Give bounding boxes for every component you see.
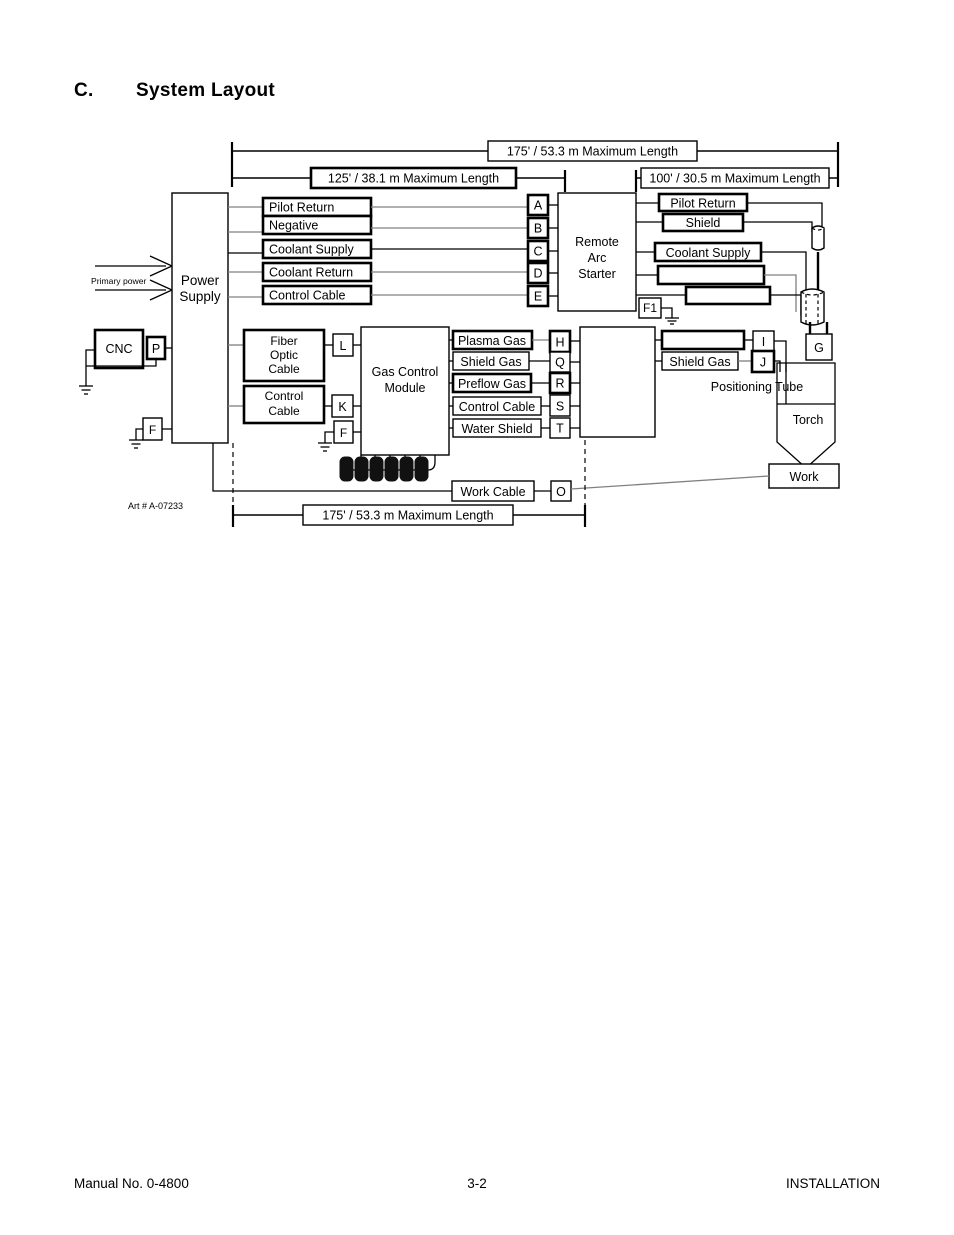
positioning-tube-label: Positioning Tube xyxy=(711,380,803,394)
remote-arc-label-3: Starter xyxy=(578,267,616,281)
dimension-left-top: 125' / 38.1 m Maximum Length xyxy=(232,166,567,192)
dimension-left-label: 125' / 38.1 m Maximum Length xyxy=(328,172,499,186)
connector-H: H xyxy=(555,336,564,350)
connector-cylinder-lower xyxy=(800,288,825,326)
work-block: Work xyxy=(768,463,840,489)
cable-label-torch-1: Shield Gas xyxy=(669,355,730,369)
cable-row-preflow-gas: Preflow Gas R xyxy=(449,371,580,395)
cable-row-water-shield: Water Shield T xyxy=(449,417,580,439)
gas-control-module-block: Gas Control Module xyxy=(360,326,450,456)
control-cable-label-1: Control xyxy=(265,389,304,403)
cable-label-gas-4: Water Shield xyxy=(461,422,532,436)
gas-control-label-1: Gas Control xyxy=(372,365,439,379)
fiber-optic-label-3: Cable xyxy=(268,362,300,376)
cable-label-gas-1: Shield Gas xyxy=(460,355,521,369)
power-supply-label-1: Power xyxy=(181,273,220,288)
cable-label-gas-3: Control Cable xyxy=(459,400,535,414)
connector-F1: F1 xyxy=(643,301,657,315)
page-root: C.System Layout Art # A-07233 .bx { fill… xyxy=(0,0,954,1235)
cable-label-right-2: Coolant Supply xyxy=(666,246,752,260)
cable-row-control-cable: Control Cable E xyxy=(228,284,558,308)
cable-label-left-2: Coolant Supply xyxy=(269,243,355,257)
torch-label: Torch xyxy=(793,413,824,427)
dimension-overall-label: 175' / 53.3 m Maximum Length xyxy=(507,145,678,159)
dimension-right-label: 100' / 30.5 m Maximum Length xyxy=(649,172,820,186)
remote-arc-label-2: Arc xyxy=(588,251,607,265)
cable-row-plasma-gas: Plasma Gas H xyxy=(449,329,580,354)
cable-row-torch-shield-gas: Shield Gas J xyxy=(655,349,781,374)
cable-row-right-shield: Shield xyxy=(636,212,813,233)
system-layout-diagram: .bx { fill:#ffffff; stroke:#000000; stro… xyxy=(0,0,954,1235)
dimension-right-top: 100' / 30.5 m Maximum Length xyxy=(634,167,838,192)
control-cable-block: Control Cable K xyxy=(228,384,361,425)
cable-row-gcm-control-cable: Control Cable S xyxy=(449,394,580,417)
remote-arc-starter-block: Remote Arc Starter xyxy=(557,192,637,312)
cable-label-right-1: Shield xyxy=(686,216,721,230)
dimension-bottom: 175' / 53.3 m Maximum Length xyxy=(231,504,587,527)
cable-row-pilot-return: Pilot Return A xyxy=(228,193,558,218)
primary-power-label: Primary power xyxy=(91,276,147,286)
ground-F1: F1 xyxy=(638,297,679,325)
cable-label-right-0: Pilot Return xyxy=(670,197,735,211)
connector-O: O xyxy=(556,485,566,499)
ground-F-gcm: F xyxy=(318,420,361,452)
connector-Q: Q xyxy=(555,356,565,370)
connector-cylinder-upper xyxy=(811,225,825,292)
connector-D: D xyxy=(533,267,542,281)
footer-chapter: INSTALLATION xyxy=(785,1176,880,1191)
cable-label-gas-0: Plasma Gas xyxy=(458,334,526,348)
cable-row-negative: Negative B xyxy=(228,214,558,240)
gas-control-label-2: Module xyxy=(385,381,426,395)
work-label: Work xyxy=(790,470,820,484)
fiber-optic-label-1: Fiber xyxy=(270,334,297,348)
ground-F-power-supply: F xyxy=(129,417,172,449)
connector-G: G xyxy=(814,341,824,355)
primary-power-input: Primary power xyxy=(91,255,174,301)
connector-P: P xyxy=(152,342,160,356)
cable-row-shield-gas: Shield Gas Q xyxy=(449,351,580,373)
connector-F-gcm: F xyxy=(340,426,347,440)
connector-L: L xyxy=(340,339,347,353)
cable-label-left-1: Negative xyxy=(269,219,318,233)
connector-F-ps: F xyxy=(149,423,156,437)
footer-page-number: 3-2 xyxy=(467,1176,487,1191)
connector-S: S xyxy=(556,400,564,414)
gas-cylinders xyxy=(339,455,436,482)
connector-T: T xyxy=(556,422,564,436)
cnc-block: CNC P xyxy=(79,328,172,395)
connector-E: E xyxy=(534,290,542,304)
remote-arc-label-1: Remote xyxy=(575,235,619,249)
connector-B: B xyxy=(534,222,542,236)
torch-junction-block xyxy=(579,326,656,438)
connector-C: C xyxy=(533,245,542,259)
work-cable-row: Work Cable O xyxy=(212,443,770,502)
dimension-bottom-label: 175' / 53.3 m Maximum Length xyxy=(322,509,493,523)
connector-R: R xyxy=(555,377,564,391)
power-supply-label-2: Supply xyxy=(179,289,221,304)
connector-J: J xyxy=(760,356,766,370)
page-footer: Manual No. 0-4800 3-2 INSTALLATION xyxy=(74,1176,880,1196)
control-cable-label-2: Cable xyxy=(268,404,300,418)
cable-row-coolant-supply: Coolant Supply C xyxy=(228,238,558,263)
cable-label-gas-2: Preflow Gas xyxy=(458,377,526,391)
cable-label-left-4: Control Cable xyxy=(269,289,345,303)
cable-label-left-0: Pilot Return xyxy=(269,201,334,215)
connector-A: A xyxy=(534,199,543,213)
cable-label-left-3: Coolant Return xyxy=(269,266,353,280)
fiber-optic-cable-block: Fiber Optic Cable L xyxy=(228,328,361,383)
cable-row-coolant-return: Coolant Return D xyxy=(228,261,558,285)
work-cable-label: Work Cable xyxy=(460,485,525,499)
fiber-optic-label-2: Optic xyxy=(270,348,298,362)
cnc-label: CNC xyxy=(105,342,132,356)
connector-I: I xyxy=(762,335,765,349)
connector-K: K xyxy=(338,400,347,414)
power-supply-block: Power Supply xyxy=(171,192,229,444)
